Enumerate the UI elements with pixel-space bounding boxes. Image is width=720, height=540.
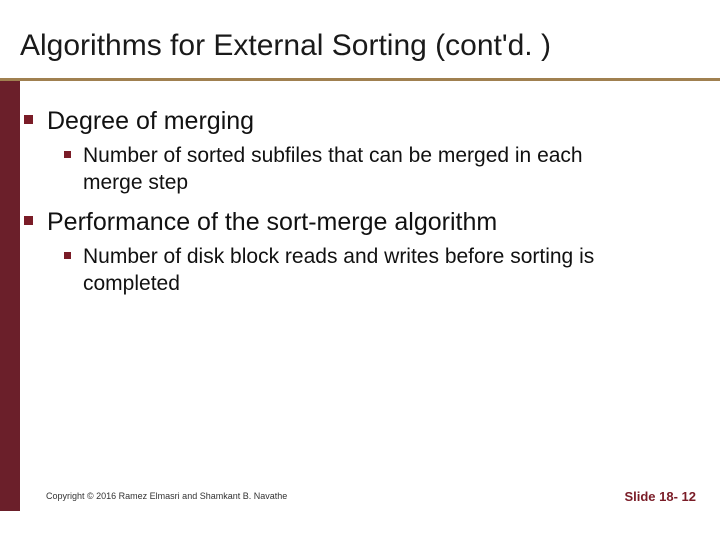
bullet-text: Performance of the sort-merge algorithm (47, 206, 497, 239)
bullet-level2: Number of sorted subfiles that can be me… (64, 142, 710, 197)
square-bullet-icon (24, 216, 33, 225)
title-area: Algorithms for External Sorting (cont'd.… (0, 0, 720, 78)
bullet-text: Number of sorted subfiles that can be me… (83, 142, 643, 197)
bullet-level1: Degree of merging (24, 105, 710, 138)
bullet-level1: Performance of the sort-merge algorithm (24, 206, 710, 239)
bullet-level2: Number of disk block reads and writes be… (64, 243, 710, 298)
left-accent-stripe (0, 81, 20, 511)
slide-title: Algorithms for External Sorting (cont'd.… (20, 28, 700, 64)
copyright-text: Copyright © 2016 Ramez Elmasri and Shamk… (46, 491, 287, 501)
slide-number: Slide 18- 12 (624, 489, 696, 504)
bullet-text: Degree of merging (47, 105, 254, 138)
body-area: Degree of merging Number of sorted subfi… (0, 81, 720, 511)
footer: Copyright © 2016 Ramez Elmasri and Shamk… (0, 481, 720, 511)
bullet-text: Number of disk block reads and writes be… (83, 243, 643, 298)
slide: Algorithms for External Sorting (cont'd.… (0, 0, 720, 540)
square-bullet-icon (64, 252, 71, 259)
square-bullet-icon (24, 115, 33, 124)
square-bullet-icon (64, 151, 71, 158)
content: Degree of merging Number of sorted subfi… (24, 99, 710, 307)
